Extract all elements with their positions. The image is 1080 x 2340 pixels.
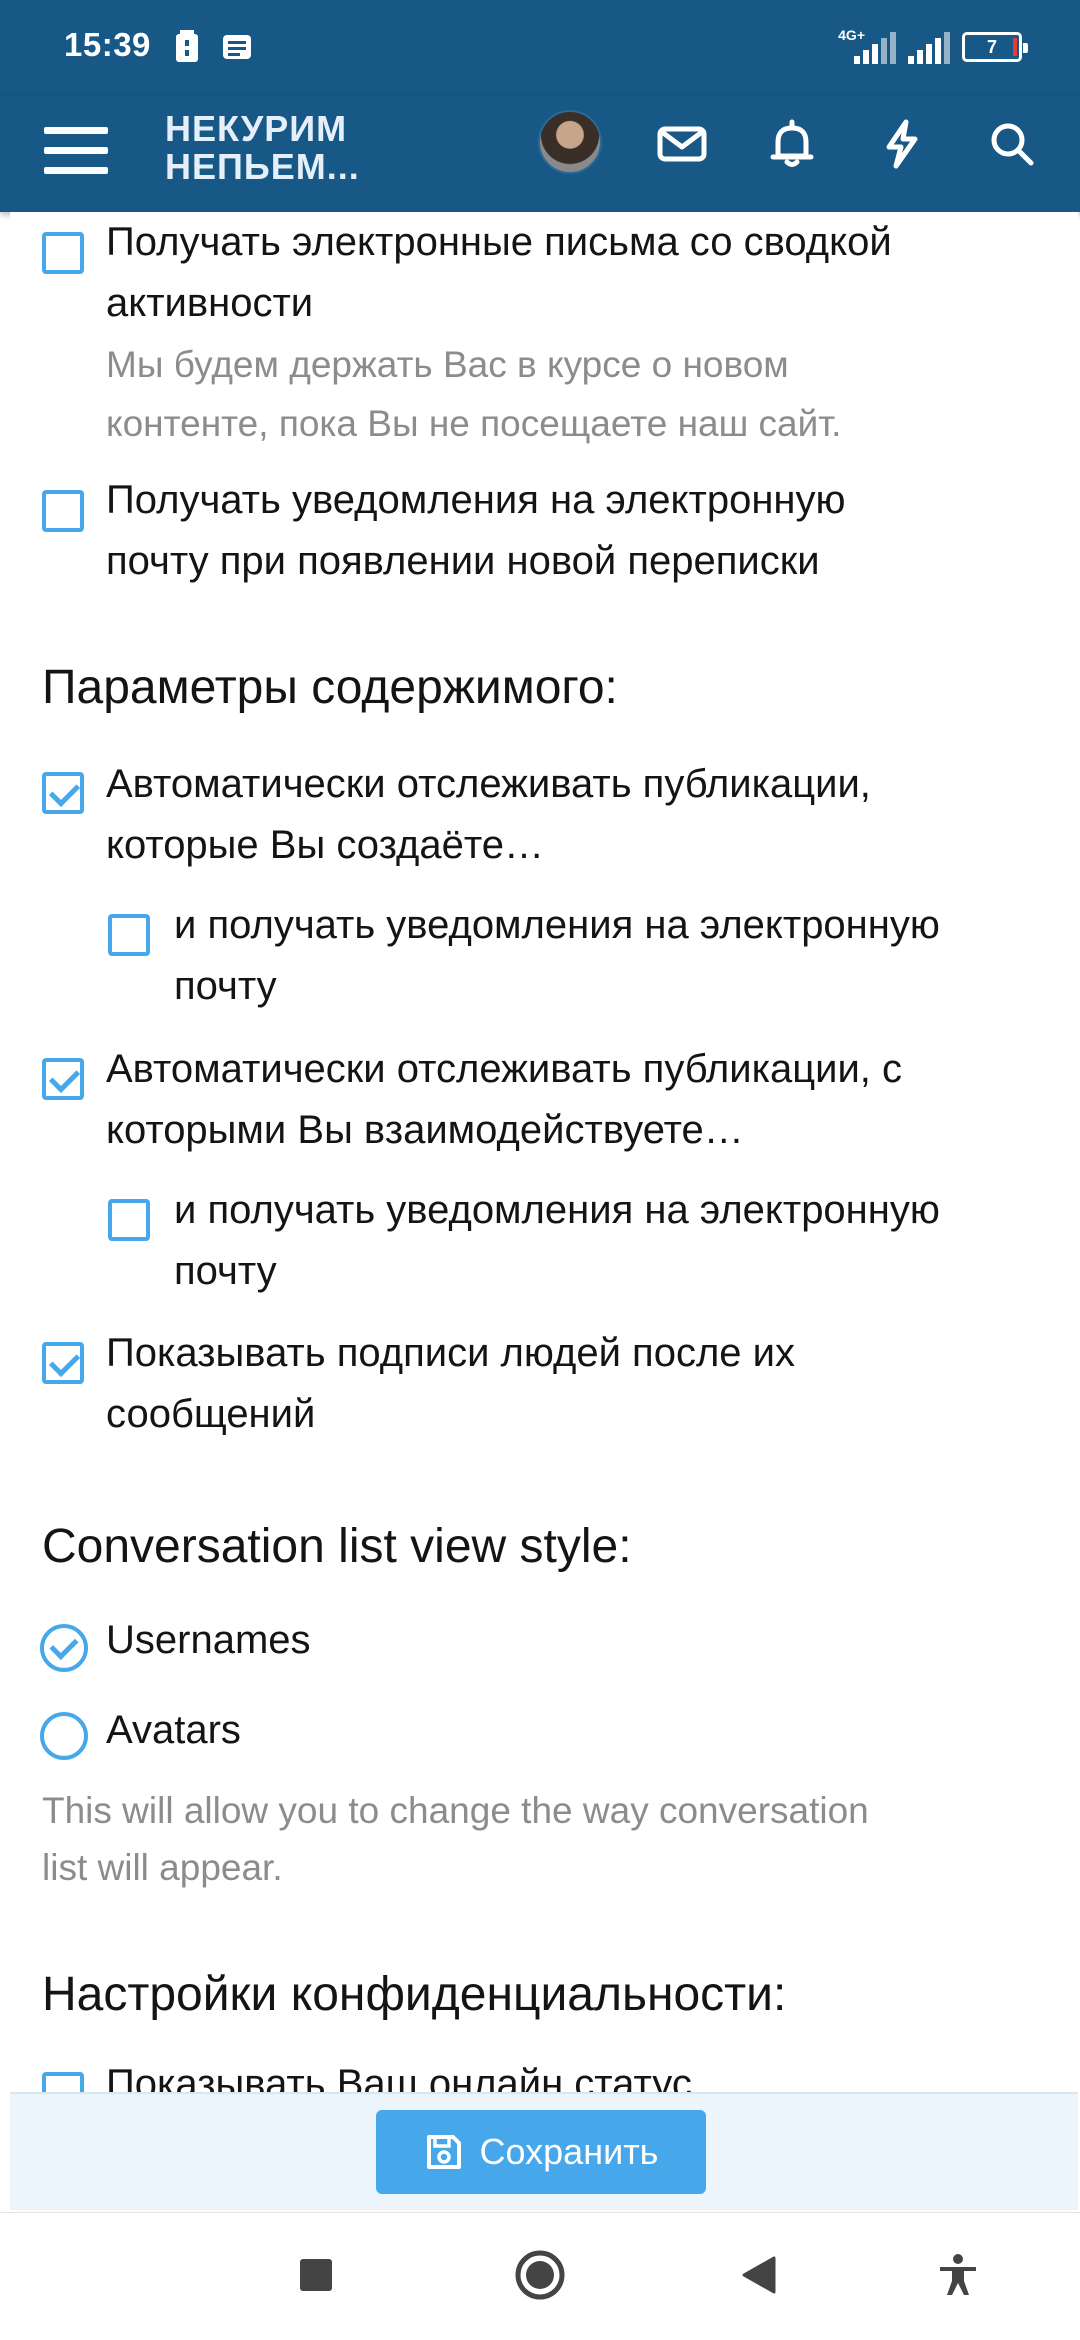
conversation-email-label-2: почту при появлении новой переписки xyxy=(106,539,820,583)
bell-icon[interactable] xyxy=(764,116,820,172)
watch-interacted-label-2: которыми Вы взаимодействуете… xyxy=(106,1108,744,1152)
activity-email-hint-1: Мы будем держать Вас в курсе о новом xyxy=(106,344,789,385)
logo-line-2: НЕПЬЕМ... xyxy=(165,146,360,187)
preferences-form: Получать электронные письма со сводкой а… xyxy=(10,212,1078,2092)
activity-email-label-1: Получать электронные письма со сводкой xyxy=(106,220,892,264)
signal-icon xyxy=(854,32,896,64)
battery-saver-icon xyxy=(176,30,198,62)
floppy-disk-icon xyxy=(426,2135,461,2169)
show-signatures-label-1: Показывать подписи людей после их xyxy=(106,1331,795,1375)
activity-email-hint-2: контенте, пока Вы не посещаете наш сайт. xyxy=(106,403,842,444)
watch-created-email-checkbox[interactable] xyxy=(108,914,150,956)
privacy-heading: Настройки конфиденциальности: xyxy=(42,1968,787,2021)
watch-interacted-email-label-1: и получать уведомления на электронную xyxy=(174,1188,940,1232)
watch-interacted-email-label-2: почту xyxy=(174,1249,277,1293)
show-signatures-checkbox[interactable] xyxy=(42,1342,84,1384)
status-time: 15:39 xyxy=(64,26,151,63)
app-header: НЕКУРИМ НЕПЬЕМ... xyxy=(0,96,1080,212)
watch-created-checkbox[interactable] xyxy=(42,772,84,814)
usernames-radio[interactable] xyxy=(40,1624,88,1672)
site-logo[interactable]: НЕКУРИМ НЕПЬЕМ... xyxy=(165,110,360,186)
save-button[interactable]: Сохранить xyxy=(376,2110,706,2194)
battery-level: 7 xyxy=(986,37,997,57)
watch-created-email-label-2: почту xyxy=(174,964,277,1008)
save-bar: Сохранить xyxy=(10,2092,1078,2210)
signal-icon-2 xyxy=(908,32,950,64)
back-triangle-icon[interactable] xyxy=(740,2255,778,2295)
message-notification-icon xyxy=(223,35,251,59)
logo-line-1: НЕКУРИМ xyxy=(165,108,348,149)
conversation-email-label-1: Получать уведомления на электронную xyxy=(106,478,846,522)
activity-email-checkbox[interactable] xyxy=(42,232,84,274)
battery-icon: 7 xyxy=(962,32,1028,62)
content-options-heading: Параметры содержимого: xyxy=(42,661,618,714)
usernames-label: Usernames xyxy=(106,1618,311,1662)
menu-icon[interactable] xyxy=(44,118,108,182)
online-status-checkbox[interactable] xyxy=(42,2072,84,2092)
watch-created-label-2: которые Вы создаёте… xyxy=(106,823,544,867)
conversation-style-heading: Conversation list view style: xyxy=(42,1520,632,1573)
activity-email-label-2: активности xyxy=(106,281,314,325)
bolt-icon[interactable] xyxy=(874,116,930,172)
online-status-label: Показывать Ваш онлайн статус xyxy=(106,2062,692,2092)
search-icon[interactable] xyxy=(984,116,1040,172)
watch-created-email-label-1: и получать уведомления на электронную xyxy=(174,903,940,947)
accessibility-icon[interactable] xyxy=(936,2253,980,2297)
watch-created-label-1: Автоматически отслеживать публикации, xyxy=(106,762,871,806)
watch-interacted-label-1: Автоматически отслеживать публикации, с xyxy=(106,1047,903,1091)
home-circle-icon[interactable] xyxy=(514,2249,566,2301)
avatar[interactable] xyxy=(538,110,602,174)
conversation-email-checkbox[interactable] xyxy=(42,490,84,532)
avatars-radio[interactable] xyxy=(40,1712,88,1760)
save-button-label: Сохранить xyxy=(479,2131,659,2172)
conversation-style-hint-2: list will appear. xyxy=(42,1847,283,1888)
mail-icon[interactable] xyxy=(654,116,710,172)
show-signatures-label-2: сообщений xyxy=(106,1392,316,1436)
avatars-label: Avatars xyxy=(106,1708,241,1752)
square-icon[interactable] xyxy=(298,2257,334,2293)
system-nav-bar xyxy=(0,2212,1080,2340)
conversation-style-hint-1: This will allow you to change the way co… xyxy=(42,1790,869,1831)
watch-interacted-checkbox[interactable] xyxy=(42,1058,84,1100)
status-bar: 15:39 4G+ 7 xyxy=(0,0,1080,96)
watch-interacted-email-checkbox[interactable] xyxy=(108,1199,150,1241)
